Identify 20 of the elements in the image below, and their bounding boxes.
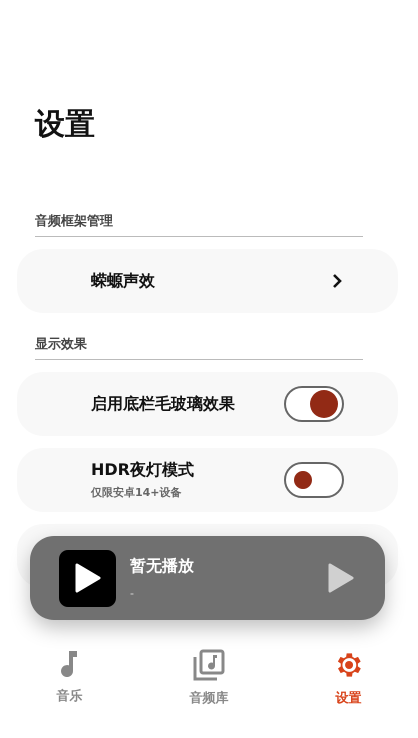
track-artist: -	[130, 587, 135, 600]
chevron-right-icon	[332, 273, 342, 289]
row-label: HDR夜灯模式	[91, 460, 195, 481]
toggle-switch[interactable]	[284, 462, 344, 498]
play-button[interactable]	[327, 562, 355, 594]
nav-tab[interactable]: 音频库	[189, 645, 228, 711]
row-label: 启用底栏毛玻璃效果	[91, 394, 236, 414]
music-library-icon	[192, 649, 225, 681]
section-header: 显示效果	[35, 335, 363, 360]
mini-player[interactable]: 暂无播放 -	[30, 536, 385, 620]
toggle-switch[interactable]	[284, 386, 344, 422]
track-title: 暂无播放	[130, 556, 195, 577]
section-header: 音频框架管理	[35, 212, 363, 237]
row-subtitle: 仅限安卓14+设备	[91, 485, 183, 500]
nav-tab[interactable]: 音乐	[56, 645, 83, 711]
row-label: 蝾螈声效	[91, 270, 156, 292]
page-title: 设置	[35, 106, 96, 144]
nav-tab[interactable]: 设置	[332, 645, 364, 711]
play-icon	[74, 562, 102, 594]
settings-row[interactable]: 蝾螈声效	[17, 249, 398, 313]
